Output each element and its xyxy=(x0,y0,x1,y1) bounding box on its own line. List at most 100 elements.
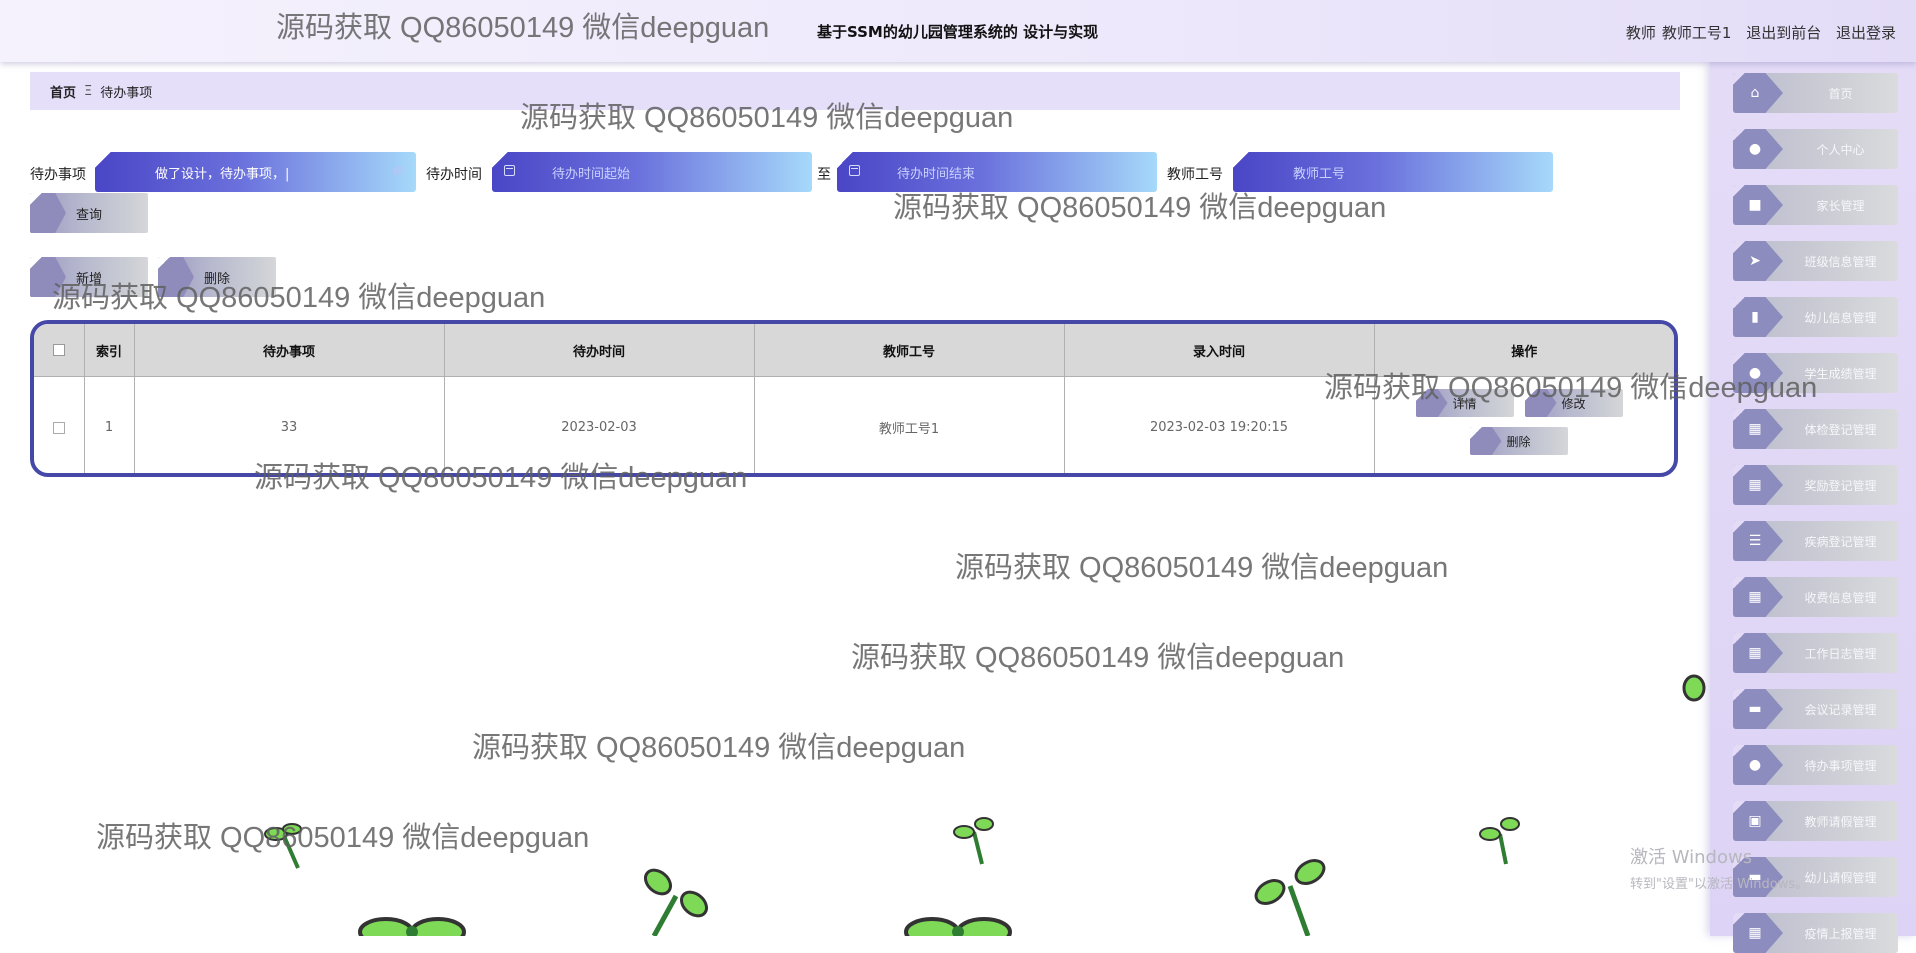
user-name: 教师工号1 xyxy=(1661,24,1732,42)
edit-button[interactable]: 修改 xyxy=(1524,389,1623,417)
pinwheel-decoration xyxy=(643,868,709,936)
breadcrumb-home[interactable]: 首页 xyxy=(50,82,76,101)
sidebar-item[interactable]: ▦ 奖励登记管理 xyxy=(1733,465,1898,505)
sidebar-item-label: 收费信息管理 xyxy=(1804,590,1877,605)
todo-table: 索引 待办事项 待办时间 教师工号 录入时间 操作 1 33 2023-02-0… xyxy=(30,320,1678,477)
todo-item-label: 待办事项 xyxy=(30,167,86,183)
row-checkbox[interactable] xyxy=(52,421,65,434)
sidebar-item[interactable]: ☰ 疾病登记管理 xyxy=(1733,521,1898,561)
range-to-label: 至 xyxy=(817,167,831,183)
sidebar-item-label: 班级信息管理 xyxy=(1804,254,1877,269)
row-delete-button[interactable]: 删除 xyxy=(1469,427,1568,455)
sidebar-item-label: 待办事项管理 xyxy=(1804,758,1877,773)
table-row: 1 33 2023-02-03 教师工号1 2023-02-03 19:20:1… xyxy=(34,376,1674,474)
watermark-text: 源码获取 QQ86050149 微信deepguan xyxy=(955,552,1449,584)
watermark-text: 源码获取 QQ86050149 微信deepguan xyxy=(472,732,966,764)
pinwheel-decoration xyxy=(264,823,302,869)
pinwheel-decoration xyxy=(904,917,1012,936)
sidebar-item[interactable]: ▦ 收费信息管理 xyxy=(1733,577,1898,617)
teacher-no-label: 教师工号 xyxy=(1167,167,1223,183)
row-select-cell xyxy=(34,376,85,473)
sidebar-item-label: 疾病登记管理 xyxy=(1804,534,1877,549)
sidebar-item[interactable]: ▦ 疫情上报管理 xyxy=(1733,913,1898,953)
column-header: 索引 xyxy=(84,324,135,377)
sidebar-item-label: 学生成绩管理 xyxy=(1804,366,1877,381)
batch-delete-button[interactable]: 删除 xyxy=(158,257,276,297)
sidebar-item-label: 首页 xyxy=(1828,86,1853,101)
sidebar-item[interactable]: ▦ 体检登记管理 xyxy=(1733,409,1898,449)
pinwheel-decoration xyxy=(358,917,466,936)
sidebar-item[interactable]: ▮ 幼儿信息管理 xyxy=(1733,297,1898,337)
sidebar-item[interactable]: ▣ 教师请假管理 xyxy=(1733,801,1898,841)
grid-icon: ▦ xyxy=(1748,589,1762,605)
sidebar-item[interactable]: ▬ 幼儿请假管理 xyxy=(1733,857,1898,897)
detail-button[interactable]: 详情 xyxy=(1415,389,1514,417)
sidebar-item[interactable]: ■ 家长管理 xyxy=(1733,185,1898,225)
sidebar-item-label: 个人中心 xyxy=(1816,142,1865,157)
sidebar-item-label: 家长管理 xyxy=(1816,198,1865,213)
grid-icon: ▦ xyxy=(1748,925,1762,941)
teacher-no-placeholder: 教师工号 xyxy=(1293,166,1346,182)
sidebar-item-label: 幼儿信息管理 xyxy=(1804,310,1877,325)
todo-time-start-input[interactable]: 待办时间起始 xyxy=(492,152,812,192)
printer-icon: ▬ xyxy=(1748,701,1762,717)
briefcase-icon: ■ xyxy=(1748,197,1762,213)
add-button[interactable]: 新增 xyxy=(30,257,148,297)
todo-time-label: 待办时间 xyxy=(426,167,482,183)
column-header: 待办事项 xyxy=(134,324,445,377)
back-to-front-link[interactable]: 退出到前台 xyxy=(1746,24,1821,42)
sidebar-item[interactable]: ➤ 班级信息管理 xyxy=(1733,241,1898,281)
calendar-icon xyxy=(849,165,860,176)
sidebar-item-label: 教师请假管理 xyxy=(1804,814,1877,829)
grid-icon: ▦ xyxy=(1748,477,1762,493)
sidebar-item-label: 体检登记管理 xyxy=(1804,422,1877,437)
bar-chart-icon: ▮ xyxy=(1751,309,1759,325)
calendar-icon: ▦ xyxy=(1748,645,1762,661)
sidebar-item[interactable]: ⌂ 首页 xyxy=(1733,73,1898,113)
home-icon: ⌂ xyxy=(1750,85,1760,101)
query-button[interactable]: 查询 xyxy=(30,193,148,233)
send-icon: ➤ xyxy=(1749,253,1761,269)
todo-time-end-placeholder: 待办时间结束 xyxy=(897,166,976,182)
top-header: 基于SSM的幼儿园管理系统的 设计与实现 教师 教师工号1 退出到前台 退出登录 xyxy=(0,0,1916,62)
teacher-no-cell: 教师工号1 xyxy=(754,376,1065,473)
column-header: 操作 xyxy=(1374,324,1674,377)
operations-cell: 详情 修改 删除 xyxy=(1374,377,1674,474)
todo-item-input[interactable]: 做了设计，待办事项，| ⊗ xyxy=(95,152,416,192)
sidebar-item-label: 工作日志管理 xyxy=(1804,646,1877,661)
created-time-cell: 2023-02-03 19:20:15 xyxy=(1064,376,1375,473)
sidebar-item[interactable]: ▦ 工作日志管理 xyxy=(1733,633,1898,673)
watermark-text: 源码获取 QQ86050149 微信deepguan xyxy=(851,642,1345,674)
select-all-cell xyxy=(34,324,85,377)
breadcrumb-current: 待办事项 xyxy=(100,85,153,101)
sidebar-item-label: 会议记录管理 xyxy=(1804,702,1877,717)
user-role: 教师 xyxy=(1625,24,1656,42)
index-cell: 1 xyxy=(84,376,135,473)
teacher-no-input[interactable]: 教师工号 xyxy=(1233,152,1553,192)
user-icon: ● xyxy=(1748,757,1762,773)
sidebar-item[interactable]: ● 个人中心 xyxy=(1733,129,1898,169)
sidebar-item[interactable]: ● 待办事项管理 xyxy=(1733,745,1898,785)
table-header-row: 索引 待办事项 待办时间 教师工号 录入时间 操作 xyxy=(34,324,1674,377)
select-all-checkbox[interactable] xyxy=(52,344,65,356)
clear-icon[interactable]: ⊗ xyxy=(392,163,404,179)
todo-item-cell: 33 xyxy=(134,376,445,473)
todo-item-value: 做了设计，待办事项，| xyxy=(155,166,290,182)
sidebar-item[interactable]: ▬ 会议记录管理 xyxy=(1733,689,1898,729)
breadcrumb: 首页 Ξ 待办事项 xyxy=(30,72,1680,110)
sidebar-menu: ⌂ 首页 ● 个人中心 ■ 家长管理 ➤ 班级信息管理 ▮ 幼儿信息管理 ● 学生成绩管理 ▦ 体检登记管… xyxy=(1710,62,1916,953)
calendar-icon xyxy=(504,165,515,176)
sidebar-item-label: 疫情上报管理 xyxy=(1804,926,1877,941)
grid-icon: ▦ xyxy=(1748,421,1762,437)
todo-time-start-placeholder: 待办时间起始 xyxy=(552,166,631,182)
sidebar-item[interactable]: ● 学生成绩管理 xyxy=(1733,353,1898,393)
column-header: 教师工号 xyxy=(754,324,1065,377)
circle-icon: ● xyxy=(1748,365,1762,381)
todo-time-cell: 2023-02-03 xyxy=(444,376,755,473)
logout-link[interactable]: 退出登录 xyxy=(1836,24,1896,42)
sidebar-item-label: 幼儿请假管理 xyxy=(1804,870,1877,885)
todo-time-end-input[interactable]: 待办时间结束 xyxy=(837,152,1157,192)
sidebar-item-label: 奖励登记管理 xyxy=(1804,478,1877,493)
list-icon: ☰ xyxy=(1748,533,1762,549)
watermark-text: 源码获取 QQ86050149 微信deepguan xyxy=(96,822,590,854)
